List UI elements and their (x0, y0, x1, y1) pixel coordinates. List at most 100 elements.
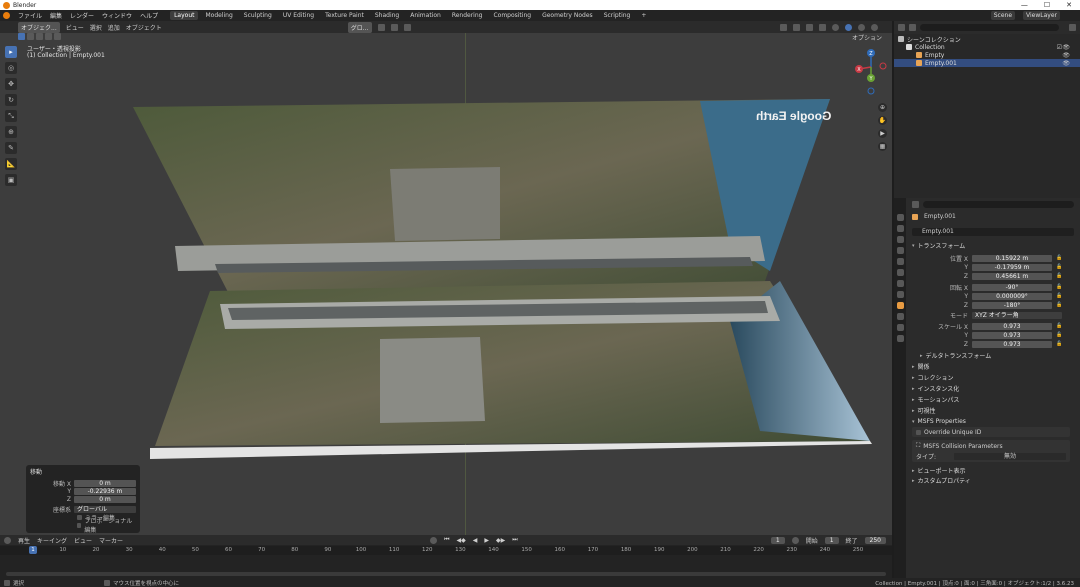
jump-start-icon[interactable]: ⏮ (444, 536, 449, 544)
shading-material-icon[interactable] (858, 23, 865, 31)
outliner-item-empty[interactable]: Empty 👁 (894, 51, 1080, 59)
rotation-y-lock-icon[interactable]: 🔓 (1056, 293, 1062, 299)
location-x-field[interactable]: 0.15922 m (972, 254, 1052, 262)
move-icon[interactable]: ✥ (5, 78, 17, 90)
select-intersect-icon[interactable] (54, 33, 61, 40)
play-reverse-icon[interactable]: ◀ (473, 537, 478, 544)
prev-key-icon[interactable]: ◀◆ (456, 537, 465, 544)
tab-rendering[interactable]: Rendering (448, 11, 487, 20)
collection-row[interactable]: Collection ☑ 👁 (894, 43, 1080, 51)
pivot-icon[interactable] (377, 23, 385, 31)
scale-y-lock-icon[interactable]: 🔓 (1056, 332, 1062, 338)
delta-transform-header[interactable]: ▸ デルタトランスフォーム (920, 351, 1080, 361)
motion-paths-panel-header[interactable]: ▸ モーションパス (912, 395, 1074, 405)
timeline-scrollbar[interactable] (6, 572, 886, 576)
rotate-icon[interactable]: ↻ (5, 94, 17, 106)
minimize-button[interactable]: — (1021, 1, 1028, 9)
start-frame-field[interactable]: 1 (824, 536, 839, 544)
shading-rendered-icon[interactable] (871, 23, 878, 31)
tab-shading[interactable]: Shading (371, 11, 403, 20)
outliner-search-input[interactable] (920, 24, 1059, 31)
navigation-gizmo[interactable]: Z X Y (851, 47, 891, 101)
location-x-lock-icon[interactable]: 🔓 (1056, 255, 1062, 261)
menu-help[interactable]: ヘルプ (140, 11, 158, 20)
timeline-menu-playback[interactable]: 再生 (18, 536, 30, 545)
move-x-field[interactable]: 0 m (74, 479, 136, 487)
collision-type-dropdown[interactable]: 無効 (954, 453, 1066, 460)
perspective-grid-icon[interactable]: ▦ (878, 142, 887, 151)
move-z-field[interactable]: 0 m (74, 495, 136, 503)
override-uid-checkbox[interactable]: Override Unique ID (912, 427, 1070, 437)
collection-eye-icon[interactable]: 👁 (1062, 44, 1070, 51)
msfs-properties-header[interactable]: ▾ MSFS Properties (912, 417, 1074, 426)
viewport-display-header[interactable]: ▸ ビューポート表示 (912, 466, 1074, 476)
transform-panel-header[interactable]: ▾ トランスフォーム (912, 241, 1074, 251)
scale-z-field[interactable]: 0.973 (972, 340, 1052, 348)
satellite-image-plane[interactable] (0, 21, 892, 535)
scale-x-field[interactable]: 0.973 (972, 322, 1052, 330)
tab-texture-paint[interactable]: Texture Paint (321, 11, 368, 20)
output-tab-icon[interactable] (896, 236, 904, 243)
tab-modeling[interactable]: Modeling (201, 11, 236, 20)
tab-compositing[interactable]: Compositing (489, 11, 535, 20)
menu-file[interactable]: ファイル (18, 11, 42, 20)
rotation-z-lock-icon[interactable]: 🔓 (1056, 302, 1062, 308)
blender-menu-icon[interactable] (3, 12, 10, 19)
rotation-y-field[interactable]: 0.000009° (972, 292, 1052, 300)
location-z-field[interactable]: 0.45661 m (972, 272, 1052, 280)
physics-tab-icon[interactable] (896, 313, 904, 320)
custom-properties-header[interactable]: ▸ カスタムプロパティ (912, 476, 1074, 486)
texture-tab-icon[interactable] (896, 291, 904, 298)
current-frame-field[interactable]: 1 (770, 536, 785, 544)
outliner-editor-icon[interactable] (898, 24, 905, 31)
timeline-menu-view[interactable]: ビュー (74, 536, 92, 545)
proportional-checkbox[interactable]: プロポーショナル編集 (77, 518, 136, 534)
close-button[interactable]: ✕ (1066, 1, 1072, 9)
viewport-menu-view[interactable]: ビュー (66, 23, 84, 32)
snap-icon[interactable] (390, 23, 398, 31)
record-icon[interactable] (430, 536, 438, 544)
scale-y-field[interactable]: 0.973 (972, 331, 1052, 339)
visibility-icon[interactable] (780, 23, 787, 31)
outliner-item-empty-001[interactable]: Empty.001 👁 (894, 59, 1080, 67)
object-name-field[interactable]: Empty.001 (912, 228, 1074, 236)
interaction-mode-dropdown[interactable]: オブジェク... (18, 21, 60, 33)
tab-sculpting[interactable]: Sculpting (240, 11, 276, 20)
zoom-icon[interactable]: ⊕ (878, 103, 887, 112)
location-z-lock-icon[interactable]: 🔓 (1056, 273, 1062, 279)
world-tab-icon[interactable] (896, 269, 904, 276)
instancing-panel-header[interactable]: ▸ インスタンス化 (912, 384, 1074, 394)
properties-editor-icon[interactable] (912, 200, 919, 208)
rotation-mode-dropdown[interactable]: XYZ オイラー角 (972, 311, 1062, 319)
tab-layout[interactable]: Layout (170, 11, 199, 20)
view-layer-tab-icon[interactable] (896, 247, 904, 254)
location-y-field[interactable]: -0.17959 m (972, 263, 1052, 271)
next-key-icon[interactable]: ◆▶ (496, 537, 505, 544)
annotate-icon[interactable]: ✎ (5, 142, 17, 154)
xray-icon[interactable] (819, 23, 826, 31)
shading-solid-icon[interactable] (845, 23, 852, 31)
viewlayer-selector[interactable]: ViewLayer (1023, 11, 1060, 20)
overlay-icon[interactable] (806, 23, 813, 31)
play-icon[interactable]: ▶ (484, 537, 489, 544)
scene-selector[interactable]: Scene (990, 11, 1016, 20)
playhead[interactable]: 1 (29, 546, 37, 554)
tab-geometry-nodes[interactable]: Geometry Nodes (538, 11, 597, 20)
display-mode-icon[interactable] (909, 24, 916, 31)
tab-uv-editing[interactable]: UV Editing (279, 11, 318, 20)
options-dropdown[interactable]: オプション (852, 33, 882, 42)
cursor-icon[interactable]: ◎ (5, 62, 17, 74)
camera-icon[interactable]: ▶ (878, 129, 887, 138)
shading-wireframe-icon[interactable] (832, 23, 839, 31)
viewport-menu-add[interactable]: 追加 (108, 23, 120, 32)
scale-icon[interactable]: ⤡ (5, 110, 17, 122)
timeline-menu-marker[interactable]: マーカー (99, 536, 123, 545)
relations-panel-header[interactable]: ▸ 関係 (912, 362, 1074, 372)
scene-collection-row[interactable]: シーンコレクション (894, 35, 1080, 44)
select-subtract-icon[interactable] (36, 33, 43, 40)
pan-hand-icon[interactable]: ✋ (878, 116, 887, 125)
move-y-field[interactable]: -0.22936 m (74, 487, 136, 495)
timeline-menu-keying[interactable]: キーイング (37, 536, 67, 545)
gizmo-icon[interactable] (793, 23, 800, 31)
transform-icon[interactable]: ⊕ (5, 126, 17, 138)
